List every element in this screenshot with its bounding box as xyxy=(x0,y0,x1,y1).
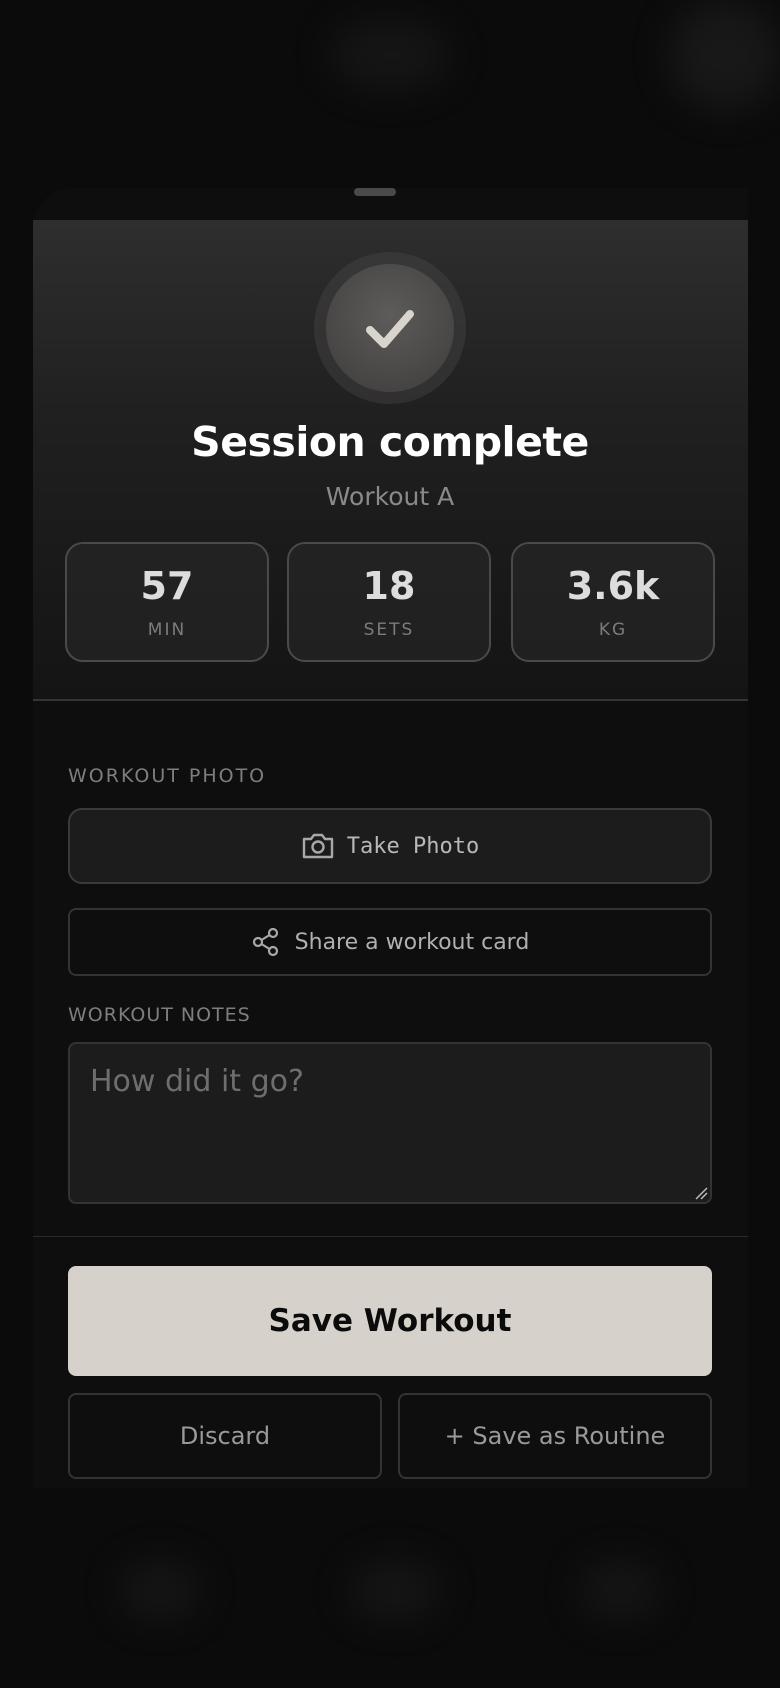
workout-notes-input[interactable] xyxy=(68,1042,712,1204)
divider xyxy=(33,699,748,701)
camera-icon xyxy=(302,833,333,859)
save-as-routine-button[interactable]: + Save as Routine xyxy=(398,1393,712,1479)
check-badge xyxy=(326,264,454,392)
save-workout-button[interactable]: Save Workout xyxy=(68,1266,712,1376)
stat-duration: 57 MIN xyxy=(65,542,269,662)
share-icon xyxy=(252,927,278,957)
background-blur xyxy=(120,1560,200,1620)
stat-volume: 3.6k KG xyxy=(511,542,715,662)
stat-sets: 18 SETS xyxy=(287,542,491,662)
background-blur xyxy=(350,1560,440,1620)
discard-button[interactable]: Discard xyxy=(68,1393,382,1479)
share-workout-card-button[interactable]: Share a workout card xyxy=(68,908,712,976)
photo-section-label: WORKOUT PHOTO xyxy=(68,765,267,787)
share-label: Share a workout card xyxy=(294,929,530,955)
notes-section-label: WORKOUT NOTES xyxy=(68,1004,251,1026)
background-blur xyxy=(580,1560,660,1620)
take-photo-label: Take Photo xyxy=(346,833,480,859)
sheet-drag-handle[interactable] xyxy=(354,188,396,196)
resize-grip-icon[interactable] xyxy=(694,1186,708,1200)
page-title: Session complete xyxy=(191,418,589,466)
stat-value: 57 xyxy=(140,564,194,608)
take-photo-button[interactable]: Take Photo xyxy=(68,808,712,884)
workout-name: Workout A xyxy=(325,482,455,511)
stat-value: 18 xyxy=(362,564,416,608)
background-blur xyxy=(330,20,450,90)
background-blur xyxy=(670,0,780,110)
check-icon xyxy=(366,310,414,348)
divider xyxy=(33,1236,748,1237)
stat-label: SETS xyxy=(363,620,415,640)
stat-label: MIN xyxy=(147,620,187,640)
stat-value: 3.6k xyxy=(566,564,660,608)
stat-label: KG xyxy=(598,620,628,640)
